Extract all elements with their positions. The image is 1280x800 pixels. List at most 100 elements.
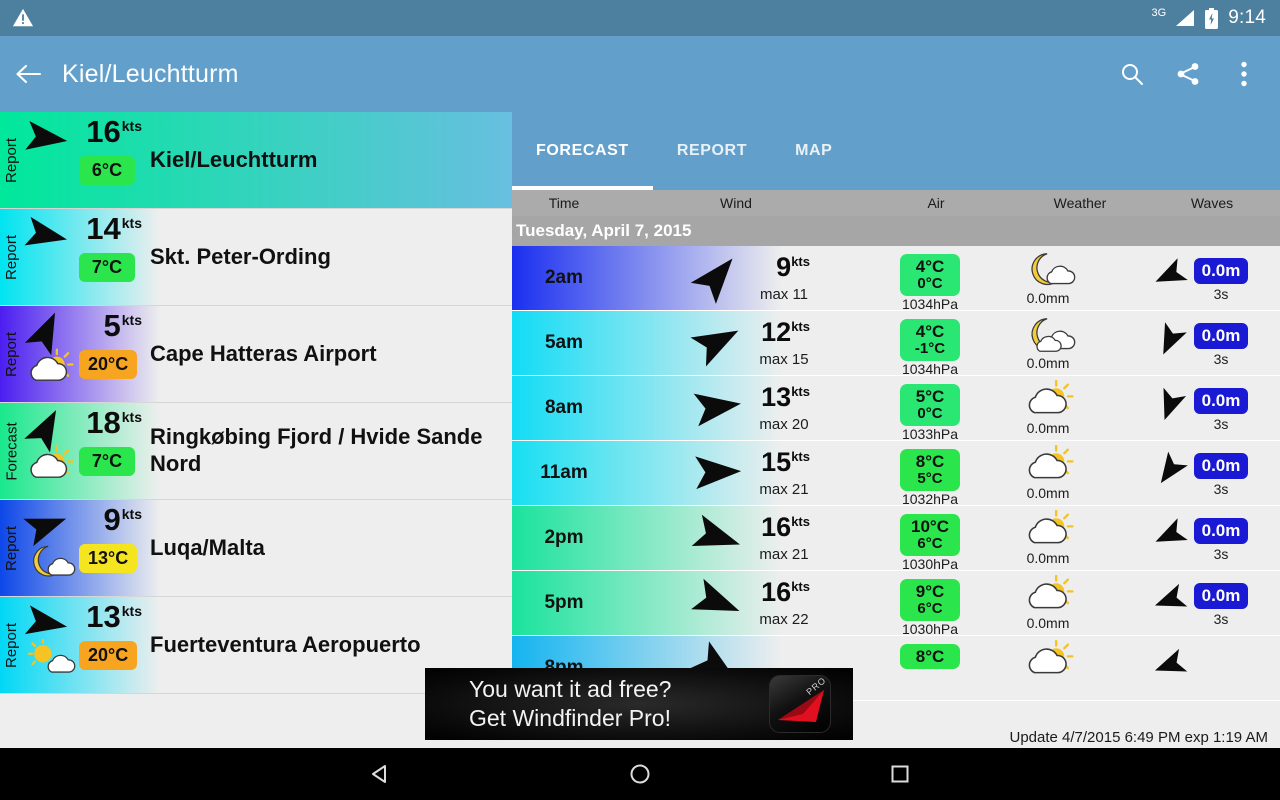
nav-back-icon xyxy=(372,765,386,783)
ad-line-1: You want it ad free? xyxy=(469,675,672,702)
network-type-label: 3G xyxy=(1151,7,1167,19)
forecast-time: 5pm xyxy=(544,592,584,613)
forecast-precipitation: 0.0mm xyxy=(1026,550,1070,566)
spot-list-item[interactable]: Report 5kts 20°C Cape Hatteras Airport xyxy=(0,306,512,403)
spot-list-item[interactable]: Forecast 18kts 7°C Ringkøbing Fjord / Hvide… xyxy=(0,403,512,500)
forecast-row: 5am 12kts max 15 4°C -1°C 1034hPa 0.0mm 0.0m 3s xyxy=(512,311,1280,376)
back-arrow-icon xyxy=(16,64,42,84)
detail-panel: FORECAST REPORT MAP Time Wind Air Weather … xyxy=(512,112,1280,748)
tab-forecast[interactable]: FORECAST xyxy=(512,112,653,190)
forecast-time: 2am xyxy=(544,267,584,288)
column-header-waves: Waves xyxy=(1190,195,1234,211)
forecast-pressure: 1033hPa xyxy=(901,426,959,441)
nav-back-button[interactable] xyxy=(350,748,410,800)
spot-wind-speed: 13kts xyxy=(86,599,142,634)
overflow-menu-button[interactable] xyxy=(1216,36,1272,112)
nav-recents-icon xyxy=(891,765,909,783)
spot-weather-icon xyxy=(22,638,76,683)
forecast-wave-height: 0.0m xyxy=(1194,323,1248,349)
spot-name: Luqa/Malta xyxy=(150,534,265,560)
forecast-wave-height: 0.0m xyxy=(1194,388,1248,414)
signal-bars-icon xyxy=(1176,10,1195,26)
search-icon xyxy=(1122,64,1143,85)
forecast-air-temperature: 5°C 0°C xyxy=(900,384,960,426)
forecast-wave-period: 3s xyxy=(1213,286,1229,302)
spot-weather-icon xyxy=(22,348,74,392)
ad-banner[interactable]: You want it ad free? Get Windfinder Pro!… xyxy=(425,668,853,740)
overflow-menu-icon xyxy=(1241,61,1247,87)
forecast-wind-speed: 16kts xyxy=(761,577,810,607)
forecast-wave-period: 3s xyxy=(1213,351,1229,367)
tab-map[interactable]: MAP xyxy=(771,112,856,190)
spot-weather-icon xyxy=(22,445,74,489)
tab-bar[interactable]: FORECAST REPORT MAP xyxy=(512,112,1280,190)
column-header-time: Time xyxy=(548,195,580,211)
ad-line-2: Get Windfinder Pro! xyxy=(469,705,671,731)
windfinder-pro-logo: PRO xyxy=(769,675,831,733)
share-button[interactable] xyxy=(1160,36,1216,112)
forecast-pressure: 1030hPa xyxy=(901,556,959,571)
forecast-precipitation: 0.0mm xyxy=(1026,615,1070,631)
spot-wind-direction-arrow xyxy=(20,508,72,547)
spot-name: Kiel/Leuchtturm xyxy=(150,146,318,172)
forecast-air-temperature: 10°C 6°C xyxy=(900,514,960,556)
forecast-wave-period: 3s xyxy=(1213,611,1229,627)
forecast-wave-height: 0.0m xyxy=(1194,258,1248,284)
forecast-row: 2pm 16kts max 21 10°C 6°C 1030hPa 0.0mm 0.0m 3s xyxy=(512,506,1280,571)
share-icon xyxy=(1177,63,1199,85)
nav-home-button[interactable] xyxy=(610,748,670,800)
forecast-row: 11am 15kts max 21 8°C 5°C 1032hPa 0.0mm 0.0m 3s xyxy=(512,441,1280,506)
forecast-weather-icon xyxy=(1020,574,1076,615)
forecast-wind-gust: max 15 xyxy=(759,351,809,368)
forecast-wind-speed: 9kts xyxy=(776,252,810,282)
spot-name: Skt. Peter-Ording xyxy=(150,243,331,269)
forecast-wind-speed: 15kts xyxy=(761,447,810,477)
ad-text: You want it ad free? Get Windfinder Pro! xyxy=(469,675,671,734)
forecast-weather-icon xyxy=(1020,639,1076,680)
forecast-wind-speed: 12kts xyxy=(761,317,810,347)
spot-wind-speed: 9kts xyxy=(103,502,142,537)
forecast-time: 5am xyxy=(544,332,584,353)
nav-home-icon xyxy=(630,764,650,784)
forecast-column-headers: Time Wind Air Weather Waves xyxy=(512,190,1280,216)
forecast-air-temperature: 8°C xyxy=(900,644,960,670)
column-header-weather: Weather xyxy=(1053,195,1107,211)
forecast-air-temperature: 8°C 5°C xyxy=(900,449,960,491)
update-timestamp: Update 4/7/2015 6:49 PM exp 1:19 AM xyxy=(1005,727,1272,748)
spot-list-item[interactable]: Report 9kts 13°C Luqa/Malta xyxy=(0,500,512,597)
forecast-wind-gust: max 21 xyxy=(759,546,809,563)
forecast-precipitation: 0.0mm xyxy=(1026,355,1070,371)
forecast-row: 8am 13kts max 20 5°C 0°C 1033hPa 0.0mm 0.0m 3s xyxy=(512,376,1280,441)
forecast-time: 8am xyxy=(544,397,584,418)
spot-temperature-badge: 7°C xyxy=(79,447,135,476)
forecast-pressure: 1034hPa xyxy=(901,296,959,311)
status-bar-right: 3G 9:14 xyxy=(1150,7,1266,29)
spot-list-item[interactable]: Report 16kts 6°C Kiel/Leuchtturm xyxy=(0,112,512,209)
search-button[interactable] xyxy=(1104,36,1160,112)
forecast-precipitation: 0.0mm xyxy=(1026,290,1070,306)
forecast-time: 2pm xyxy=(544,527,584,548)
spot-name: Cape Hatteras Airport xyxy=(150,340,377,366)
tab-report[interactable]: REPORT xyxy=(653,112,771,190)
forecast-wave-period: 3s xyxy=(1213,546,1229,562)
spot-list-item[interactable]: Report 14kts 7°C Skt. Peter-Ording xyxy=(0,209,512,306)
column-header-wind: Wind xyxy=(720,195,752,211)
spot-wind-speed: 5kts xyxy=(103,308,142,343)
forecast-wind-speed: 16kts xyxy=(761,512,810,542)
spot-list[interactable]: Report 16kts 6°C Kiel/Leuchtturm Report 14kts… xyxy=(0,112,512,748)
spot-wind-direction-arrow xyxy=(20,312,72,356)
back-button[interactable] xyxy=(0,36,58,112)
column-header-air: Air xyxy=(927,195,945,211)
spot-temperature-badge: 20°C xyxy=(79,350,138,379)
android-nav-bar xyxy=(0,748,1280,800)
status-bar-left xyxy=(12,7,34,29)
forecast-weather-icon xyxy=(1020,509,1076,550)
forecast-weather-icon xyxy=(1020,315,1076,355)
nav-recents-button[interactable] xyxy=(870,748,930,800)
forecast-wave-period: 3s xyxy=(1213,416,1229,432)
page-title: Kiel/Leuchtturm xyxy=(62,59,239,88)
app-bar-actions xyxy=(1104,36,1280,112)
forecast-weather-icon xyxy=(1020,379,1076,420)
forecast-day-header: Tuesday, April 7, 2015 xyxy=(512,216,1280,246)
spot-wind-speed: 18kts xyxy=(86,405,142,440)
